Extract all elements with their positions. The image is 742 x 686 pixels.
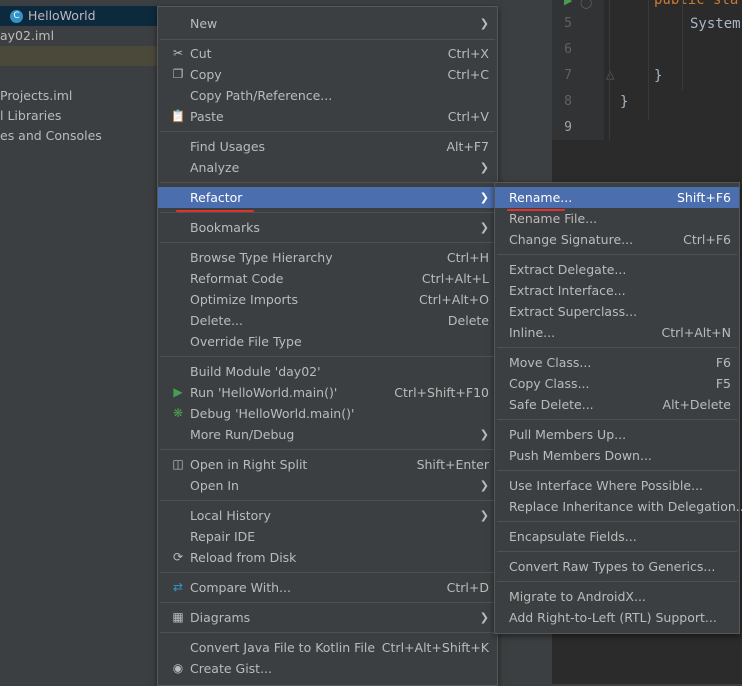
editor-gutter: 5 6 7 8 9 ◯ ▶ △ (552, 0, 614, 140)
tree-item-projects-iml[interactable]: Projects.iml (0, 86, 160, 106)
line-number: 8 (564, 94, 572, 109)
menu-item-open-in[interactable]: Open In ❯ (158, 475, 497, 496)
chevron-right-icon: ❯ (479, 428, 489, 441)
tree-item-external-libraries[interactable]: l Libraries (0, 106, 160, 126)
menu-item-run[interactable]: ▶ Run 'HelloWorld.main()' Ctrl+Shift+F10 (158, 382, 497, 403)
tree-item-highlight (0, 46, 160, 66)
menu-item-extract-interface[interactable]: Extract Interface... (495, 280, 739, 301)
line-number: 9 (564, 120, 572, 135)
menu-item-copy-class[interactable]: Copy Class... F5 (495, 373, 739, 394)
menu-item-paste[interactable]: 📋 Paste Ctrl+V (158, 106, 497, 127)
clipboard-icon: 📋 (170, 109, 186, 123)
menu-item-bookmarks[interactable]: Bookmarks ❯ (158, 217, 497, 238)
compare-icon: ⇄ (172, 580, 184, 594)
run-gutter-icon: ▶ (564, 0, 573, 7)
menu-item-rename-file[interactable]: Rename File... (495, 208, 739, 229)
menu-item-copy[interactable]: ❐ Copy Ctrl+C (158, 64, 497, 85)
tree-item-scratches[interactable]: es and Consoles (0, 126, 160, 146)
menu-item-cut[interactable]: ✂ Cut Ctrl+X (158, 43, 497, 64)
reload-icon: ⟳ (172, 550, 184, 564)
line-number: 5 (564, 16, 572, 31)
menu-item-extract-superclass[interactable]: Extract Superclass... (495, 301, 739, 322)
menu-item-repair-ide[interactable]: Repair IDE (158, 526, 497, 547)
menu-item-compare-with[interactable]: ⇄ Compare With... Ctrl+D (158, 577, 497, 598)
bug-icon: ❋ (172, 406, 184, 420)
chevron-right-icon: ❯ (479, 17, 489, 30)
menu-item-safe-delete[interactable]: Safe Delete... Alt+Delete (495, 394, 739, 415)
diagram-icon: ▦ (172, 610, 184, 624)
code-text: } (654, 68, 663, 84)
chevron-right-icon: ❯ (479, 191, 489, 204)
chevron-right-icon: ❯ (479, 509, 489, 522)
menu-item-new[interactable]: New ❯ (158, 13, 497, 34)
code-editor[interactable]: 5 6 7 8 9 ◯ ▶ △ public sta System } } (552, 0, 742, 140)
tree-item-helloworld[interactable]: C HelloWorld (0, 6, 160, 26)
fold-icon[interactable]: △ (606, 68, 614, 81)
menu-item-convert-to-kotlin[interactable]: Convert Java File to Kotlin File Ctrl+Al… (158, 637, 497, 658)
menu-item-debug[interactable]: ❋ Debug 'HelloWorld.main()' (158, 403, 497, 424)
menu-item-encapsulate-fields[interactable]: Encapsulate Fields... (495, 526, 739, 547)
menu-item-inline[interactable]: Inline... Ctrl+Alt+N (495, 322, 739, 343)
line-number: 7 (564, 68, 572, 83)
menu-item-replace-inheritance[interactable]: Replace Inheritance with Delegation... (495, 496, 742, 517)
menu-item-copy-path[interactable]: Copy Path/Reference... (158, 85, 497, 106)
menu-item-override-file-type[interactable]: Override File Type (158, 331, 497, 352)
menu-item-reformat-code[interactable]: Reformat Code Ctrl+Alt+L (158, 268, 497, 289)
chevron-right-icon: ❯ (479, 221, 489, 234)
line-number: 6 (564, 42, 572, 57)
menu-item-delete[interactable]: Delete... Delete (158, 310, 497, 331)
menu-item-add-rtl-support[interactable]: Add Right-to-Left (RTL) Support... (495, 607, 739, 628)
menu-item-build-module[interactable]: Build Module 'day02' (158, 361, 497, 382)
menu-item-analyze[interactable]: Analyze ❯ (158, 157, 497, 178)
github-icon: ◉ (172, 661, 184, 675)
menu-item-rename[interactable]: Rename... Shift+F6 (495, 187, 739, 208)
menu-item-migrate-androidx[interactable]: Migrate to AndroidX... (495, 586, 739, 607)
menu-item-reload-from-disk[interactable]: ⟳ Reload from Disk (158, 547, 497, 568)
menu-item-browse-type-hierarchy[interactable]: Browse Type Hierarchy Ctrl+H (158, 247, 497, 268)
menu-item-use-interface[interactable]: Use Interface Where Possible... (495, 475, 739, 496)
menu-item-change-signature[interactable]: Change Signature... Ctrl+F6 (495, 229, 739, 250)
java-class-icon: C (10, 10, 23, 23)
refactor-submenu: Rename... Shift+F6 Rename File... Change… (494, 182, 742, 634)
scissors-icon: ✂ (172, 46, 184, 60)
menu-item-diagrams[interactable]: ▦ Diagrams ❯ (158, 607, 497, 628)
menu-item-move-class[interactable]: Move Class... F6 (495, 352, 739, 373)
context-menu: New ❯ ✂ Cut Ctrl+X ❐ Copy Ctrl+C Copy Pa… (157, 6, 498, 686)
menu-item-optimize-imports[interactable]: Optimize Imports Ctrl+Alt+O (158, 289, 497, 310)
copy-icon: ❐ (172, 67, 184, 81)
chevron-right-icon: ❯ (479, 161, 489, 174)
breakpoint-marker-icon: ◯ (580, 0, 593, 9)
chevron-right-icon: ❯ (479, 611, 489, 624)
code-text: System (690, 16, 741, 32)
menu-item-local-history[interactable]: Local History ❯ (158, 505, 497, 526)
code-text: } (620, 94, 629, 110)
menu-item-pull-members-up[interactable]: Pull Members Up... (495, 424, 739, 445)
menu-item-refactor[interactable]: Refactor ❯ (158, 187, 497, 208)
menu-item-push-members-down[interactable]: Push Members Down... (495, 445, 739, 466)
menu-item-find-usages[interactable]: Find Usages Alt+F7 (158, 136, 497, 157)
menu-item-open-right-split[interactable]: ◫ Open in Right Split Shift+Enter (158, 454, 497, 475)
project-tree: C HelloWorld ay02.iml Projects.iml l Libr… (0, 0, 160, 684)
menu-item-more-run-debug[interactable]: More Run/Debug ❯ (158, 424, 497, 445)
chevron-right-icon: ❯ (479, 479, 489, 492)
run-icon: ▶ (173, 385, 183, 399)
menu-item-create-gist[interactable]: ◉ Create Gist... (158, 658, 497, 679)
menu-item-extract-delegate[interactable]: Extract Delegate... (495, 259, 739, 280)
tree-item-iml[interactable]: ay02.iml (0, 26, 160, 46)
code-text: public sta (654, 0, 739, 8)
menu-item-convert-raw-types[interactable]: Convert Raw Types to Generics... (495, 556, 739, 577)
split-icon: ◫ (172, 457, 184, 471)
